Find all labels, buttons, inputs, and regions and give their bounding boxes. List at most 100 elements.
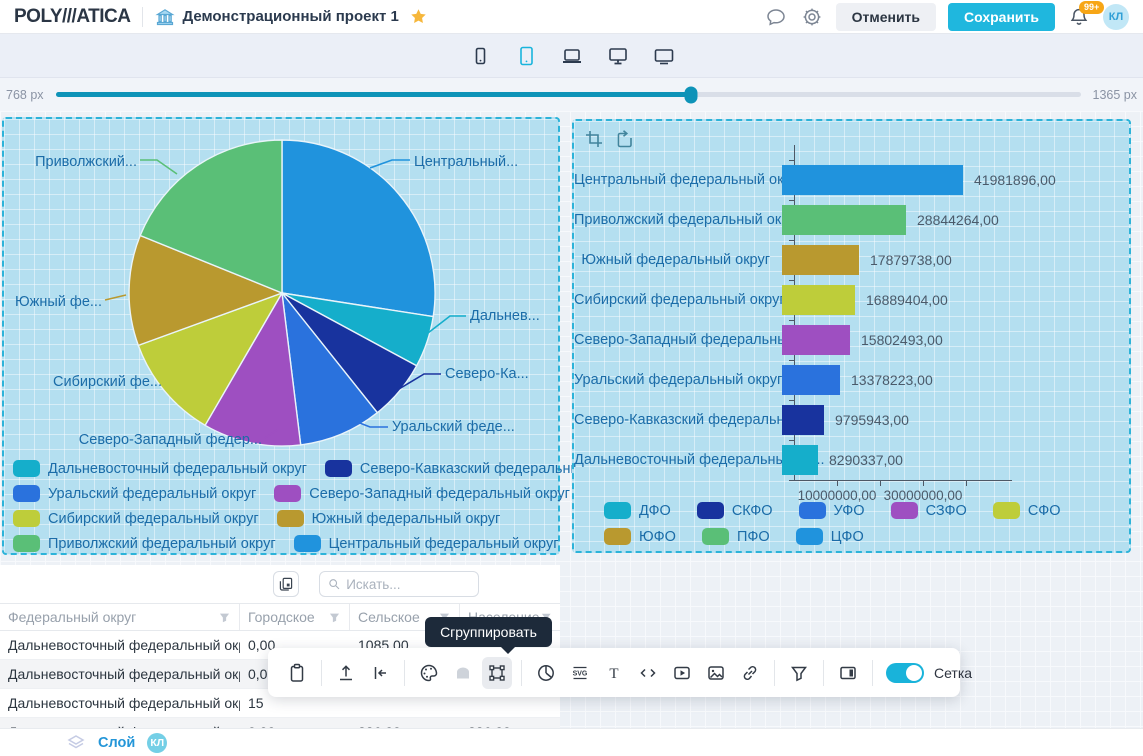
legend-item[interactable]: СЗФО <box>891 502 967 519</box>
pie-callout-line <box>105 295 126 300</box>
bar-chart-widget[interactable]: Центральный федеральный округ41981896,00… <box>572 119 1131 553</box>
legend-item[interactable]: Дальневосточный федеральный округ <box>13 460 307 477</box>
gear-icon[interactable] <box>800 5 824 29</box>
legend-item[interactable]: ЦФО <box>796 528 864 545</box>
column-header[interactable]: Городское <box>240 604 350 630</box>
legend-label: ЮФО <box>639 529 676 545</box>
legend-item[interactable]: Центральный федеральный округ <box>294 535 559 552</box>
pie-callout-line <box>428 316 466 333</box>
bar-category-label: Северо-Западный федеральный ок... <box>574 332 782 348</box>
legend-label: Сибирский федеральный округ <box>48 511 259 527</box>
notifications-bell-icon[interactable]: 99+ <box>1067 5 1091 29</box>
device-tv-button[interactable] <box>649 41 679 71</box>
pie-slice-ЦФО[interactable] <box>282 140 435 317</box>
bar-segment[interactable] <box>782 365 840 395</box>
cancel-button[interactable]: Отменить <box>836 3 936 31</box>
filter-icon[interactable] <box>784 657 814 689</box>
video-icon[interactable] <box>667 657 697 689</box>
upload-icon[interactable] <box>331 657 361 689</box>
bar-segment[interactable] <box>782 325 850 355</box>
bar-segment[interactable] <box>782 445 818 475</box>
bar-value-label: 16889404,00 <box>866 285 948 315</box>
legend-item[interactable]: ЮФО <box>604 528 676 545</box>
legend-label: Южный федеральный округ <box>312 511 501 527</box>
legend-item[interactable]: Южный федеральный округ <box>277 510 501 527</box>
legend-label: ЦФО <box>831 529 864 545</box>
legend-item[interactable]: СФО <box>993 502 1061 519</box>
bar-segment[interactable] <box>782 165 963 195</box>
device-desktop-button[interactable] <box>603 41 633 71</box>
group-tooltip: Сгруппировать <box>425 617 552 647</box>
crop-icon[interactable] <box>584 129 604 149</box>
bar-segment[interactable] <box>782 285 855 315</box>
table-row[interactable]: Дальневосточный федеральный округ0,00226… <box>0 718 560 728</box>
x-axis-tick-label: 10000000,00 <box>798 488 877 503</box>
filter-icon[interactable] <box>328 611 341 624</box>
building-icon <box>155 7 175 27</box>
toolbar-divider <box>321 660 322 686</box>
container-icon[interactable] <box>448 657 478 689</box>
legend-item[interactable]: Приволжский федеральный округ <box>13 535 276 552</box>
code-icon[interactable] <box>633 657 663 689</box>
pie-callout-label: Центральный... <box>414 154 518 170</box>
grid-toggle[interactable] <box>886 663 924 683</box>
legend-item[interactable]: Северо-Западный федеральный округ <box>274 485 570 502</box>
pie-callout-label: Северо-Ка... <box>445 366 529 382</box>
legend-item[interactable]: ПФО <box>702 528 770 545</box>
pie-chart-widget[interactable]: Центральный...Дальнев...Северо-Ка...Урал… <box>2 117 560 555</box>
bar-segment[interactable] <box>782 245 859 275</box>
layer-bar: Слой КЛ <box>0 728 1143 756</box>
copy-table-button[interactable] <box>273 571 299 597</box>
paste-icon[interactable] <box>282 657 312 689</box>
legend-color-chip <box>13 485 40 502</box>
bar-row: Северо-Кавказский федеральный ...9795943… <box>574 400 1123 440</box>
editor-canvas[interactable]: Центральный...Дальнев...Северо-Ка...Урал… <box>0 111 1143 728</box>
pie-chart-icon[interactable] <box>531 657 561 689</box>
link-icon[interactable] <box>735 657 765 689</box>
image-icon[interactable] <box>701 657 731 689</box>
bar-row: Дальневосточный федеральный ок...8290337… <box>574 440 1123 480</box>
device-tablet-button[interactable] <box>511 41 541 71</box>
bar-value-label: 8290337,00 <box>829 445 903 475</box>
chat-icon[interactable] <box>764 5 788 29</box>
pie-callout-line <box>140 160 177 174</box>
device-mobile-button[interactable] <box>465 41 495 71</box>
search-input[interactable] <box>346 577 470 592</box>
undo-frame-icon[interactable] <box>614 129 634 149</box>
bar-segment[interactable] <box>782 405 824 435</box>
legend-item[interactable]: СКФО <box>697 502 773 519</box>
group-icon[interactable] <box>482 657 512 689</box>
project-title: Демонстрационный проект 1 <box>182 8 398 25</box>
legend-item[interactable]: УФО <box>799 502 865 519</box>
device-laptop-button[interactable] <box>557 41 587 71</box>
bar-segment[interactable] <box>782 205 906 235</box>
panel-layout-icon[interactable] <box>833 657 863 689</box>
width-slider-track[interactable] <box>56 92 1081 97</box>
layer-label[interactable]: Слой <box>98 735 135 751</box>
legend-color-chip <box>604 528 631 545</box>
toolbar-divider <box>404 660 405 686</box>
user-avatar[interactable]: КЛ <box>1103 4 1129 30</box>
width-slider-handle[interactable] <box>685 86 698 103</box>
legend-item[interactable]: Уральский федеральный округ <box>13 485 256 502</box>
search-icon <box>328 577 340 591</box>
bar-category-label: Центральный федеральный округ <box>574 172 782 188</box>
app-logo: POLY///ATICA <box>14 6 130 28</box>
filter-icon[interactable] <box>218 611 231 624</box>
svg-icon[interactable]: SVG <box>565 657 595 689</box>
save-button[interactable]: Сохранить <box>948 3 1055 31</box>
legend-label: Уральский федеральный округ <box>48 486 256 502</box>
text-icon[interactable]: T <box>599 657 629 689</box>
palette-icon[interactable] <box>414 657 444 689</box>
header-divider <box>142 7 143 27</box>
pie-callout-label: Сибирский фе... <box>53 374 162 390</box>
column-header[interactable]: Федеральный округ <box>0 604 240 630</box>
table-search[interactable] <box>319 571 479 597</box>
legend-item[interactable]: Сибирский федеральный округ <box>13 510 259 527</box>
insert-left-icon[interactable] <box>365 657 395 689</box>
legend-item[interactable]: ДФО <box>604 502 671 519</box>
layers-icon[interactable] <box>66 733 86 753</box>
star-icon[interactable] <box>407 5 431 29</box>
pie-chart[interactable]: Центральный...Дальнев...Северо-Ка...Урал… <box>4 119 558 457</box>
pie-callout-label: Южный фе... <box>15 294 102 310</box>
